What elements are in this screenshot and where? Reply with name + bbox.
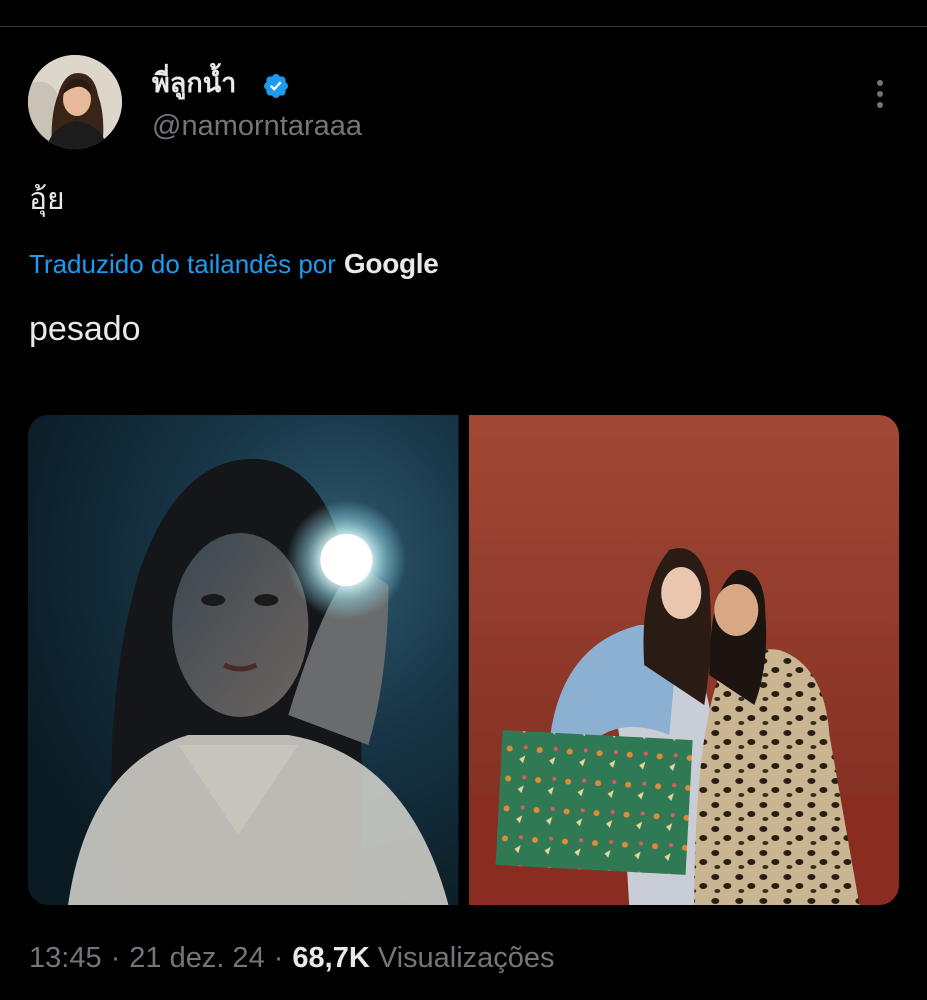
photo-flashlight-portrait — [28, 415, 459, 905]
translated-text: pesado — [29, 310, 141, 348]
meta-separator: · — [110, 941, 121, 974]
media-photo-2[interactable] — [468, 415, 899, 905]
more-dots-icon — [877, 102, 883, 108]
more-dots-icon — [877, 91, 883, 97]
verified-badge-icon[interactable] — [262, 72, 290, 100]
tweet-meta: 13:45 · 21 dez. 24 · 68,7K Visualizações — [29, 938, 555, 978]
avatar-image — [28, 55, 122, 149]
more-options-button[interactable] — [862, 74, 898, 114]
avatar[interactable] — [28, 55, 122, 149]
translated-by-link[interactable]: Traduzido do tailandês por — [29, 249, 336, 280]
views-label[interactable]: Visualizações — [378, 942, 555, 975]
media-photo-1[interactable] — [28, 415, 459, 905]
top-divider — [0, 26, 927, 27]
google-logo: Google — [343, 248, 439, 279]
more-dots-icon — [877, 80, 883, 86]
author-handle[interactable]: @namorntaraaa — [152, 108, 362, 144]
tweet-text: อุ้ย — [29, 182, 65, 217]
tweet-date[interactable]: 21 dez. 24 — [129, 942, 264, 975]
tweet-time[interactable]: 13:45 — [29, 942, 102, 975]
meta-separator: · — [273, 941, 284, 974]
views-count[interactable]: 68,7K — [292, 942, 369, 975]
media-grid — [28, 415, 899, 905]
translation-attribution: Traduzido do tailandês por Google — [29, 244, 439, 284]
photo-two-friends-red-wall — [468, 415, 899, 905]
display-name[interactable]: พี่ลูกน้ำ — [152, 66, 236, 102]
